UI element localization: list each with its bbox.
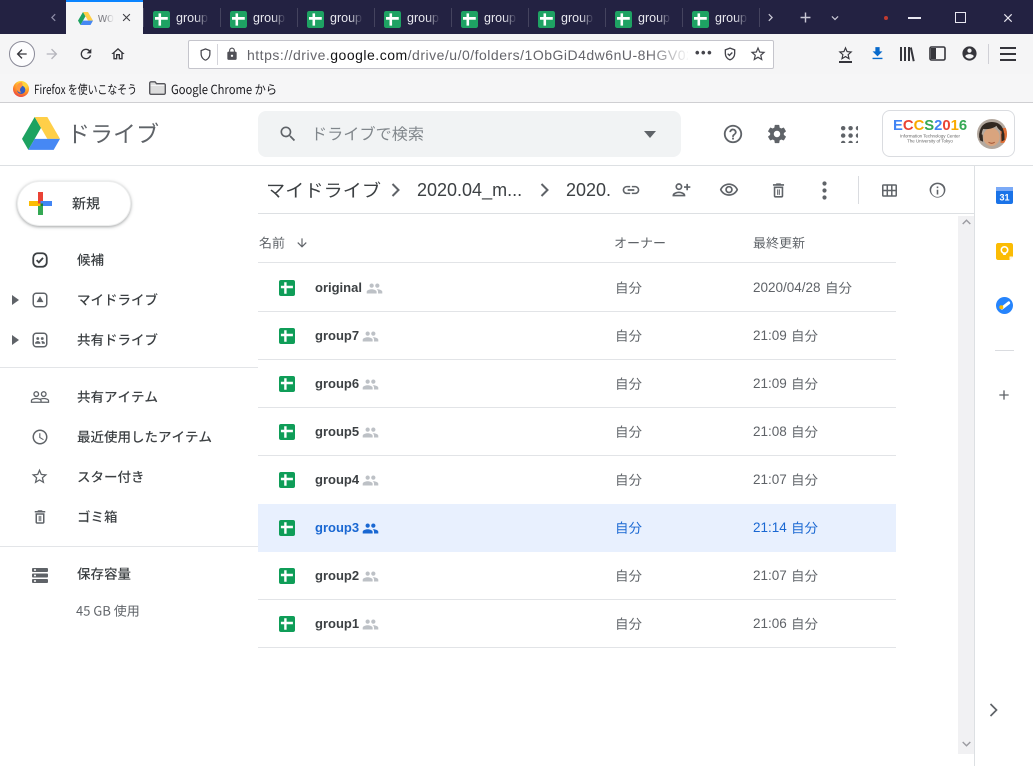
svg-text:31: 31 bbox=[999, 193, 1009, 203]
